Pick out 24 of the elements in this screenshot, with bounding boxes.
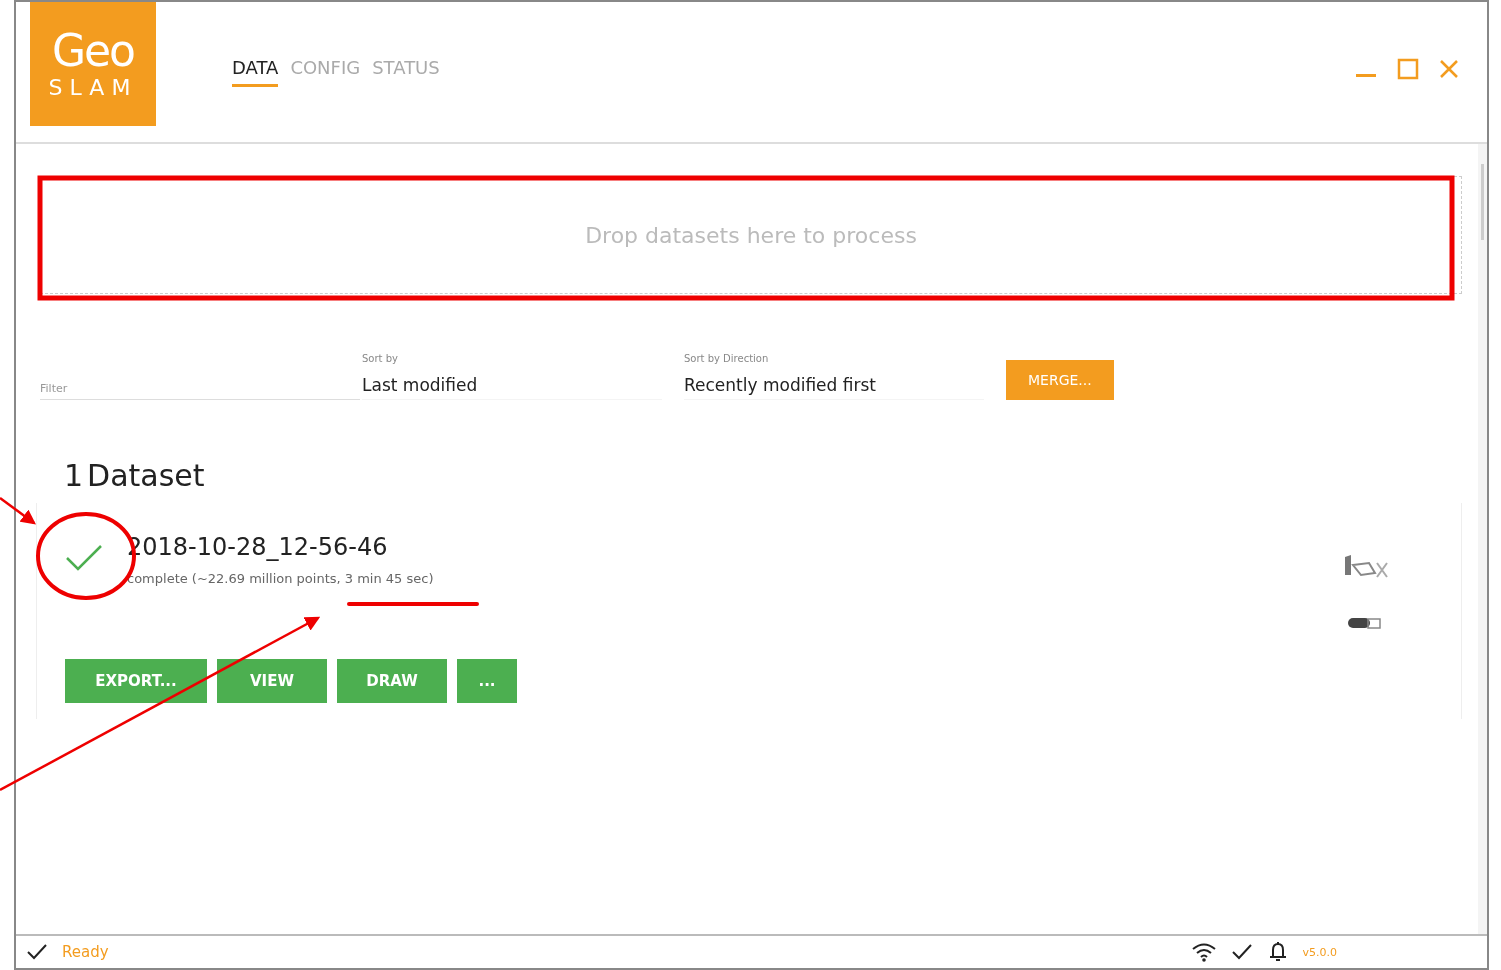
merge-button[interactable]: MERGE...: [1006, 360, 1114, 400]
scrollbar[interactable]: [1478, 144, 1487, 934]
sort-direction-dropdown[interactable]: Sort by Direction Recently modified first: [684, 353, 984, 400]
app-logo: Geo SLAM: [30, 2, 156, 126]
nav-tab[interactable]: DATA: [232, 57, 279, 87]
check-icon: [26, 943, 48, 961]
wifi-icon: [1190, 942, 1217, 962]
dataset-status: complete (~22.69 million points, 3 min 45 sec): [127, 571, 434, 586]
dataset-action-button[interactable]: ...: [457, 659, 517, 703]
close-icon[interactable]: [1439, 59, 1459, 79]
dataset-count-label: Dataset: [87, 458, 205, 493]
version-text: v5.0.0: [1302, 945, 1337, 959]
dataset-action-button[interactable]: DRAW: [337, 659, 447, 703]
dataset-action-button[interactable]: VIEW: [217, 659, 327, 703]
nav-tab[interactable]: CONFIG: [290, 57, 361, 87]
dataset-action-button[interactable]: EXPORT...: [65, 659, 207, 703]
status-text: Ready: [62, 943, 109, 961]
maximize-icon[interactable]: [1397, 58, 1419, 80]
sort-by-dropdown[interactable]: Sort by Last modified: [362, 353, 662, 400]
nav-tab[interactable]: STATUS: [372, 57, 440, 87]
pointer-arrow: [0, 497, 36, 525]
drop-zone-text: Drop datasets here to process: [585, 222, 917, 248]
check-icon: [1230, 943, 1253, 961]
dataset-count: 1: [64, 458, 84, 493]
